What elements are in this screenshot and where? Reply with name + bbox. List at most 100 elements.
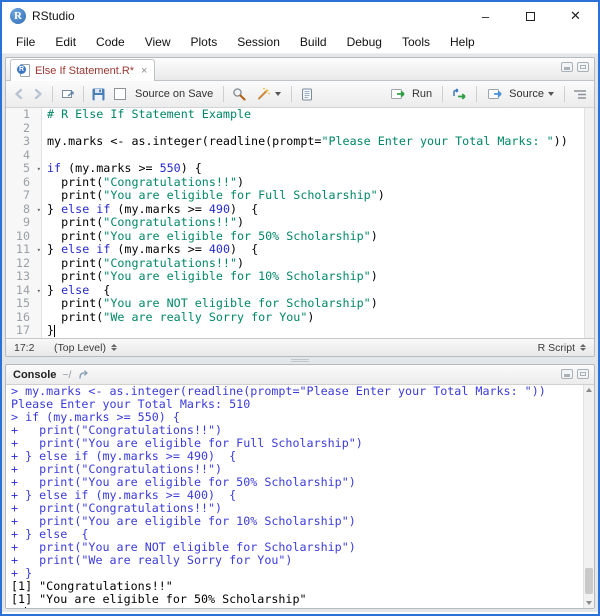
source-pane-buttons <box>561 62 589 72</box>
goto-directory-icon[interactable] <box>77 365 92 385</box>
editor-line: 16 print("We are really Sorry for You") <box>6 310 594 324</box>
console-line: + print("We are really Sorry for You") <box>11 553 293 567</box>
back-icon[interactable] <box>12 84 26 104</box>
line-number[interactable]: 4 <box>6 148 42 162</box>
editor-line: 4 <box>6 148 594 162</box>
working-directory: ~/ <box>62 368 72 381</box>
find-replace-icon[interactable] <box>231 84 247 104</box>
document-outline-icon[interactable] <box>572 84 588 104</box>
run-label: Run <box>411 88 433 100</box>
line-number[interactable]: 3 <box>6 134 42 149</box>
tab-title: Else If Statement.R* <box>35 64 135 77</box>
text-cursor <box>54 325 56 337</box>
line-number[interactable]: 15 <box>6 296 42 311</box>
forward-icon[interactable] <box>31 84 45 104</box>
cursor-position: 17:2 <box>14 341 35 354</box>
line-number[interactable]: 6 <box>6 175 42 189</box>
source-on-save-toggle[interactable]: Source on Save <box>111 88 216 100</box>
line-number[interactable]: 14 ▾ <box>6 283 42 299</box>
editor-line: 5 ▾ if (my.marks >= 550) { <box>6 161 594 177</box>
save-icon[interactable] <box>91 84 106 104</box>
line-number[interactable]: 16 <box>6 310 42 324</box>
fold-arrow-icon[interactable]: ▾ <box>37 163 41 177</box>
scrollbar-thumb[interactable] <box>585 568 593 594</box>
line-number[interactable]: 7 <box>6 188 42 203</box>
line-number[interactable]: 17 <box>6 323 42 338</box>
menu-item-build[interactable]: Build <box>290 32 337 52</box>
line-number[interactable]: 9 <box>6 215 42 230</box>
tab-else-if-statement[interactable]: R Else If Statement.R* × <box>10 59 156 81</box>
editor-line: 10 print("You are eligible for 50% Schol… <box>6 229 594 243</box>
editor-line: 8 ▾} else if (my.marks >= 490) { <box>6 202 594 218</box>
source-on-save-label: Source on Save <box>135 88 214 100</box>
compile-report-icon[interactable] <box>299 84 314 104</box>
console-tab-label[interactable]: Console <box>13 369 56 381</box>
console-line: [1] "You are eligible for 50% Scholarshi… <box>11 592 307 606</box>
editor-line: 3 my.marks <- as.integer(readline(prompt=… <box>6 134 594 149</box>
console-line: + print("You are eligible for 10% Schola… <box>11 514 356 528</box>
editor-line: 13 print("You are eligible for 10% Schol… <box>6 269 594 284</box>
editor-scrollbar[interactable] <box>584 108 594 338</box>
line-number[interactable]: 2 <box>6 121 42 135</box>
menu-item-file[interactable]: File <box>6 32 45 52</box>
maximize-icon <box>526 11 535 21</box>
rerun-icon[interactable] <box>450 84 469 104</box>
source-button[interactable]: Source <box>484 84 557 104</box>
scroll-down-icon[interactable] <box>586 601 592 605</box>
fold-arrow-icon[interactable]: ▾ <box>37 244 41 258</box>
menu-item-plots[interactable]: Plots <box>181 32 228 52</box>
console-body[interactable]: > my.marks <- as.integer(readline(prompt… <box>6 385 594 608</box>
menu-item-session[interactable]: Session <box>227 32 290 52</box>
line-number[interactable]: 13 <box>6 269 42 284</box>
line-number[interactable]: 10 <box>6 229 42 243</box>
line-number[interactable]: 5 ▾ <box>6 161 42 177</box>
rstudio-app-icon: R <box>10 8 26 24</box>
r-file-icon: R <box>17 63 30 78</box>
editor-line: 6 print("Congratulations!!") <box>6 175 594 189</box>
menu-item-code[interactable]: Code <box>86 32 135 52</box>
source-icon <box>487 84 505 104</box>
console-scrollbar[interactable] <box>583 385 594 608</box>
run-button[interactable]: Run <box>387 84 435 104</box>
window-controls: – ✕ <box>463 2 598 30</box>
fold-arrow-icon[interactable]: ▾ <box>37 204 41 218</box>
editor-line: 1 # R Else If Statement Example <box>6 108 594 122</box>
menu-item-edit[interactable]: Edit <box>45 32 86 52</box>
console-header: Console ~/ <box>6 365 594 385</box>
source-on-save-checkbox[interactable] <box>114 88 126 100</box>
line-number[interactable]: 12 <box>6 256 42 270</box>
line-number[interactable]: 11 ▾ <box>6 242 42 258</box>
minimize-button[interactable]: – <box>463 2 508 30</box>
file-type-selector[interactable]: R Script <box>538 342 586 354</box>
window-title: RStudio <box>32 9 75 23</box>
minimize-pane-icon[interactable] <box>561 369 573 379</box>
minimize-pane-icon[interactable] <box>561 62 573 72</box>
source-tab-strip: R Else If Statement.R* × <box>6 58 594 81</box>
line-number[interactable]: 1 <box>6 108 42 122</box>
fold-arrow-icon[interactable]: ▾ <box>37 285 41 299</box>
console-cursor <box>25 607 27 608</box>
splitter-grip <box>291 359 309 362</box>
scope-selector[interactable]: (Top Level) <box>54 342 117 354</box>
scroll-up-icon[interactable] <box>586 388 592 392</box>
maximize-button[interactable] <box>508 2 553 30</box>
code-tools-menu[interactable] <box>252 84 284 104</box>
open-in-new-window-icon[interactable] <box>60 84 76 104</box>
editor-line: 11 ▾} else if (my.marks >= 400) { <box>6 242 594 258</box>
pane-splitter[interactable] <box>5 357 595 364</box>
menu-item-view[interactable]: View <box>135 32 181 52</box>
maximize-pane-icon[interactable] <box>577 62 589 72</box>
code-editor[interactable]: 1 # R Else If Statement Example 2 3 my.marks… <box>6 108 594 338</box>
editor-line: 15 print("You are NOT eligible for Schol… <box>6 296 594 311</box>
tab-close-icon[interactable]: × <box>141 65 147 77</box>
menu-item-help[interactable]: Help <box>440 32 485 52</box>
line-number[interactable]: 8 ▾ <box>6 202 42 218</box>
maximize-pane-icon[interactable] <box>577 369 589 379</box>
editor-line: 17} <box>6 323 594 338</box>
run-icon <box>390 84 408 104</box>
editor-line: 12 print("Congratulations!!") <box>6 256 594 270</box>
close-button[interactable]: ✕ <box>553 2 598 30</box>
menu-item-tools[interactable]: Tools <box>392 32 440 52</box>
source-toolbar: Source on Save Run Source <box>6 81 594 108</box>
menu-item-debug[interactable]: Debug <box>337 32 392 52</box>
